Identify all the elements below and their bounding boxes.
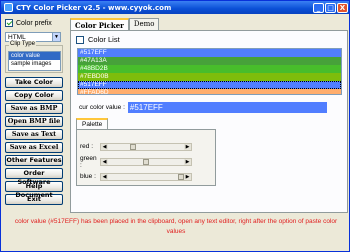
color-slider[interactable]: ◀ ▶ (100, 172, 192, 181)
chevron-down-icon[interactable]: ▼ (52, 33, 60, 41)
chevron-right-icon[interactable]: ▶ (184, 143, 191, 150)
slider-row: red : ◀ ▶ (80, 142, 192, 151)
help-document-button[interactable]: Help Document (5, 181, 63, 199)
other-features-button[interactable]: Other Features (5, 155, 63, 166)
color-list-item[interactable]: #47A13A (78, 57, 341, 65)
clip-type-item[interactable]: color value (9, 52, 60, 60)
title-bar[interactable]: CTY Color Picker v2.5 - www.cyyok.com _ … (1, 1, 349, 14)
order-software-button[interactable]: Order Software (5, 168, 63, 186)
color-list-item[interactable]: #48BD2B (78, 65, 341, 73)
action-buttons: Take Color Copy Color Save as BMP Open BMP … (5, 77, 67, 205)
color-slider[interactable]: ◀ ▶ (100, 157, 192, 166)
slider-row: blue : ◀ ▶ (80, 172, 192, 181)
tab-palette[interactable]: Palette (76, 118, 109, 129)
slider-thumb[interactable] (130, 143, 136, 150)
color-list-item[interactable]: #517EFF (78, 81, 341, 89)
save-as-text-button[interactable]: Save as Text (5, 129, 63, 140)
chevron-right-icon[interactable]: ▶ (184, 158, 191, 165)
exit-button[interactable]: Exit (5, 194, 63, 205)
palette-panel: red : ◀ ▶ green : ◀ ▶ blue : ◀ ▶ (76, 129, 216, 186)
clip-type-legend: Clip Type (9, 41, 36, 47)
current-color-row: cur color value : #517EFF (79, 102, 327, 113)
color-prefix-checkbox[interactable] (5, 19, 13, 27)
color-list-item[interactable]: #7EBD0B (78, 73, 341, 81)
color-prefix-row[interactable]: Color prefix (5, 18, 67, 28)
app-icon (4, 3, 13, 12)
slider-thumb[interactable] (143, 158, 149, 165)
slider-label: red : (80, 143, 94, 150)
clip-type-item[interactable]: sample images (9, 60, 60, 68)
color-prefix-label: Color prefix (16, 19, 52, 27)
save-as-excel-button[interactable]: Save as Excel (5, 142, 63, 153)
save-as-bmp-button[interactable]: Save as BMP (5, 103, 63, 114)
left-panel: Color prefix HTML ▼ Clip Type color valu… (5, 18, 67, 205)
take-color-button[interactable]: Take Color (5, 77, 63, 88)
color-list[interactable]: #517EFF #47A13A #48BD2B #7EBD0B #517EFF #FFAD… (77, 48, 342, 95)
status-message: color value (#517EFF) has been placed in… (14, 218, 338, 235)
close-button[interactable]: X (337, 2, 348, 13)
window-title: CTY Color Picker v2.5 - www.cyyok.com (16, 3, 172, 12)
main-tabs: Color Picker Demo (70, 18, 160, 31)
color-list-label: Color List (88, 35, 120, 44)
chevron-left-icon[interactable]: ◀ (101, 143, 108, 150)
color-slider[interactable]: ◀ ▶ (100, 142, 192, 151)
chevron-left-icon[interactable]: ◀ (101, 173, 108, 180)
color-list-item[interactable]: #FFAD6D (78, 89, 341, 94)
prefix-select-value: HTML (8, 33, 26, 41)
clip-type-list[interactable]: color value sample images (8, 51, 61, 71)
copy-color-button[interactable]: Copy Color (5, 90, 63, 101)
open-bmp-file-button[interactable]: Open BMP file (5, 116, 63, 127)
color-list-checkbox[interactable] (76, 35, 84, 44)
clip-type-group: Clip Type color value sample images (5, 41, 63, 73)
current-color-value[interactable]: #517EFF (127, 102, 327, 113)
color-list-item[interactable]: #517EFF (78, 49, 341, 57)
minimize-button[interactable]: _ (313, 2, 324, 13)
slider-label: green : (80, 154, 97, 169)
tab-demo[interactable]: Demo (128, 18, 160, 30)
app-window: CTY Color Picker v2.5 - www.cyyok.com _ … (0, 0, 350, 252)
slider-row: green : ◀ ▶ (80, 154, 192, 169)
slider-label: blue : (80, 173, 96, 180)
chevron-right-icon[interactable]: ▶ (184, 173, 191, 180)
maximize-button[interactable]: □ (325, 2, 336, 13)
current-color-label: cur color value : (79, 104, 125, 111)
color-list-row[interactable]: Color List (76, 35, 120, 44)
chevron-left-icon[interactable]: ◀ (101, 158, 108, 165)
